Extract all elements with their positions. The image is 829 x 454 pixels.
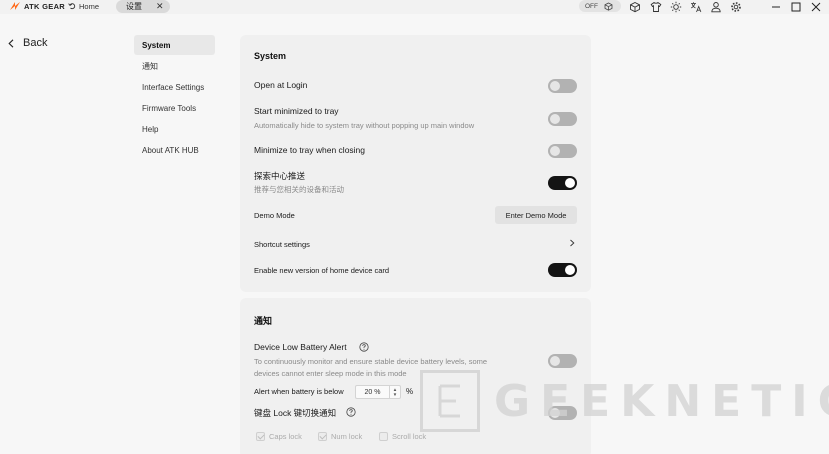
watermark: GEEKNETIC	[420, 370, 829, 432]
minimize-icon[interactable]	[770, 0, 782, 12]
settings-icon[interactable]	[730, 0, 742, 12]
chevron-left-icon	[8, 38, 14, 48]
checkbox-box[interactable]	[379, 432, 388, 441]
nav-item-system[interactable]: System	[134, 35, 215, 55]
scroll-lock-label: Scroll lock	[392, 432, 427, 441]
low-battery-desc-line2: devices cannot enter sleep mode in this …	[254, 369, 407, 378]
translate-icon[interactable]	[690, 0, 702, 13]
brand-name: ATK GEAR	[24, 1, 66, 11]
tab-label: 设置	[126, 2, 142, 11]
nav-label: Help	[142, 124, 159, 134]
open-at-login-label: Open at Login	[254, 80, 308, 90]
start-minimized-toggle[interactable]	[548, 112, 577, 126]
help-icon[interactable]	[346, 407, 356, 417]
power-cube-icon	[604, 2, 613, 11]
toggle-knob	[550, 356, 560, 366]
battery-threshold-label: Alert when battery is below	[254, 387, 344, 396]
toggle-knob	[565, 178, 575, 188]
help-icon[interactable]	[359, 342, 369, 352]
chevron-right-icon[interactable]	[568, 239, 576, 247]
num-lock-checkbox[interactable]: Num lock	[318, 432, 362, 441]
nav-item-notifications[interactable]: 通知	[134, 56, 215, 76]
system-settings-card: System Open at Login Start minimized to …	[240, 35, 591, 292]
back-label: Back	[23, 37, 48, 49]
home-label: Home	[79, 1, 100, 11]
demo-mode-label: Demo Mode	[254, 211, 295, 220]
section-title: System	[254, 51, 287, 61]
cube-icon[interactable]	[629, 0, 641, 13]
nav-label: System	[142, 40, 171, 50]
start-minimized-label: Start minimized to tray	[254, 106, 339, 116]
nav-label: About ATK HUB	[142, 145, 199, 155]
nav-item-firmware-tools[interactable]: Firmware Tools	[134, 98, 215, 118]
back-button[interactable]: Back	[8, 37, 47, 49]
nav-label: Firmware Tools	[142, 103, 197, 113]
start-minimized-desc: Automatically hide to system tray withou…	[254, 121, 475, 130]
toggle-knob	[550, 114, 560, 124]
nav-item-help[interactable]: Help	[134, 119, 215, 139]
discovery-push-toggle[interactable]	[548, 176, 577, 190]
off-label: OFF	[585, 2, 598, 10]
tab-close-icon[interactable]: ✕	[156, 2, 164, 11]
watermark-text: GEEKNETIC	[494, 375, 829, 427]
low-battery-desc-line1: To continuously monitor and ensure stabl…	[254, 357, 488, 366]
user-icon[interactable]	[710, 0, 722, 13]
percent-unit: %	[406, 387, 414, 396]
toggle-knob	[550, 146, 560, 156]
shortcut-settings-label[interactable]: Shortcut settings	[254, 240, 310, 249]
toggle-knob	[550, 81, 560, 91]
watermark-logo-icon	[420, 370, 480, 432]
caps-lock-checkbox[interactable]: Caps lock	[256, 432, 302, 441]
app-logo: ATK GEAR	[9, 0, 65, 12]
device-power-toggle[interactable]: OFF	[579, 0, 621, 12]
section-title: 通知	[254, 316, 273, 326]
lock-key-notify-label: 键盘 Lock 键切换通知	[254, 408, 337, 418]
stepper-arrows[interactable]: ▲ ▼	[390, 386, 400, 398]
close-icon[interactable]	[810, 0, 822, 12]
brightness-icon[interactable]	[670, 0, 682, 13]
title-bar: ATK GEAR Home 设置 ✕ OFF	[0, 0, 829, 14]
low-battery-alert-toggle[interactable]	[548, 354, 577, 368]
stepper-down-icon[interactable]: ▼	[393, 392, 397, 397]
discovery-push-label: 探索中心推送	[254, 171, 306, 181]
undo-icon	[68, 3, 76, 10]
caps-lock-label: Caps lock	[269, 432, 302, 441]
new-home-card-toggle[interactable]	[548, 263, 577, 277]
nav-item-about[interactable]: About ATK HUB	[134, 140, 215, 160]
discovery-push-desc: 推荐与您相关的设备和活动	[254, 185, 344, 194]
battery-threshold-value[interactable]: 20 %	[356, 386, 390, 398]
new-home-card-label: Enable new version of home device card	[254, 266, 390, 275]
nav-label: Interface Settings	[142, 82, 205, 92]
nav-label: 通知	[142, 61, 158, 71]
scroll-lock-checkbox[interactable]: Scroll lock	[379, 432, 426, 441]
home-link[interactable]: Home	[68, 0, 99, 12]
enter-demo-mode-button[interactable]: Enter Demo Mode	[495, 206, 577, 224]
minimize-on-close-toggle[interactable]	[548, 144, 577, 158]
minimize-on-close-label: Minimize to tray when closing	[254, 145, 366, 155]
toggle-knob	[565, 265, 575, 275]
shirt-icon[interactable]	[650, 0, 662, 12]
num-lock-label: Num lock	[331, 432, 363, 441]
maximize-icon[interactable]	[790, 0, 802, 12]
checkbox-box[interactable]	[256, 432, 265, 441]
nav-item-interface-settings[interactable]: Interface Settings	[134, 77, 215, 97]
open-at-login-toggle[interactable]	[548, 79, 577, 93]
tab-settings[interactable]: 设置 ✕	[116, 0, 170, 13]
checkbox-box[interactable]	[318, 432, 327, 441]
battery-threshold-stepper[interactable]: 20 % ▲ ▼	[355, 385, 401, 399]
lightning-logo-icon	[10, 2, 20, 10]
low-battery-alert-label: Device Low Battery Alert	[254, 342, 347, 352]
